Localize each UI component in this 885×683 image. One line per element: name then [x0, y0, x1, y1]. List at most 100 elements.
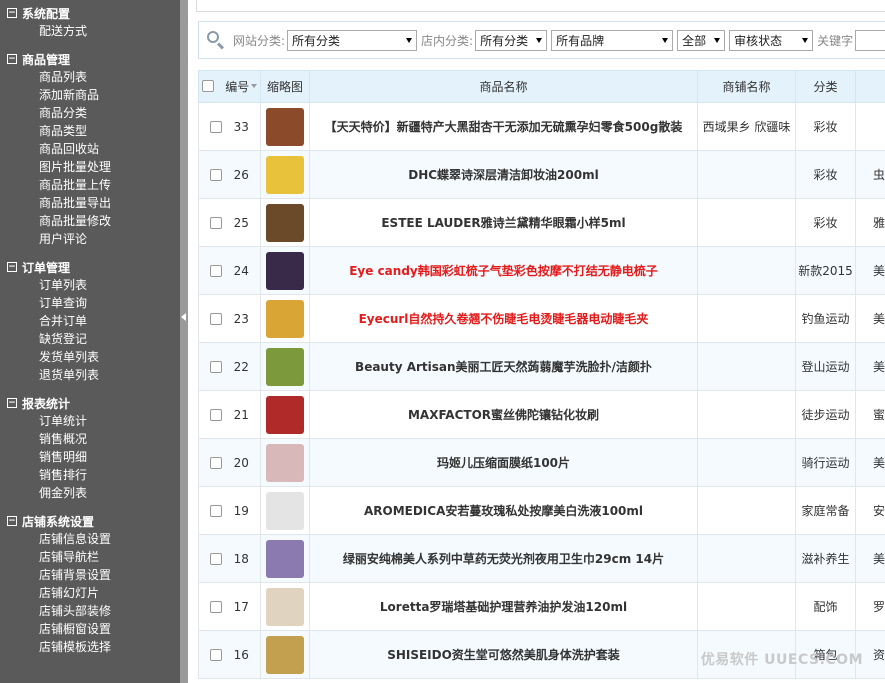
table-row[interactable]: 33 【天天特价】新疆特产大黑甜杏干无添加无硫熏孕妇零食500g散装 西域果乡 欣疆… — [198, 102, 885, 151]
row-checkbox[interactable] — [210, 601, 223, 613]
product-thumbnail[interactable] — [266, 635, 304, 674]
product-name[interactable]: 【天天特价】新疆特产大黑甜杏干无添加无硫熏孕妇零食500g散装 — [310, 118, 697, 135]
product-name[interactable]: 玛姬儿压缩面膜纸100片 — [310, 454, 697, 471]
sidebar-item[interactable]: 店铺橱窗设置 — [0, 620, 180, 638]
product-thumbnail[interactable] — [266, 251, 304, 290]
header-id[interactable]: 编号 — [198, 70, 261, 103]
review-status-select[interactable]: 审核状态 — [729, 29, 814, 51]
sidebar-item[interactable]: 商品列表 — [0, 68, 180, 86]
product-thumbnail[interactable] — [266, 539, 304, 578]
sidebar-item[interactable]: 缺货登记 — [0, 330, 180, 348]
table-row[interactable]: 22 Beauty Artisan美丽工匠天然蒟蒻魔芋洗脸扑/洁颜扑 登山运动美 — [198, 342, 885, 391]
product-thumbnail[interactable] — [266, 395, 304, 434]
sidebar-item[interactable]: 佣金列表 — [0, 484, 180, 502]
table-row[interactable]: 24 Eye candy韩国彩虹梳子气垫彩色按摩不打结无静电梳子 新款2015 美 — [198, 246, 885, 295]
collapse-icon[interactable]: − — [7, 54, 17, 64]
shop-category-select[interactable]: 所有分类 — [475, 29, 548, 51]
sidebar-group-header[interactable]: − 商品管理 — [0, 50, 180, 68]
type-select[interactable]: 全部 — [677, 29, 726, 51]
sidebar-item[interactable]: 商品类型 — [0, 122, 180, 140]
product-thumbnail[interactable] — [266, 155, 304, 194]
row-checkbox[interactable] — [210, 553, 223, 565]
sidebar-item[interactable]: 商品批量修改 — [0, 212, 180, 230]
sort-icon[interactable] — [251, 84, 258, 89]
row-checkbox[interactable] — [210, 121, 223, 133]
row-checkbox[interactable] — [210, 313, 223, 325]
sidebar-item[interactable]: 商品批量导出 — [0, 194, 180, 212]
product-thumbnail[interactable] — [266, 443, 304, 482]
sidebar-group-title: 商品管理 — [22, 52, 71, 67]
sidebar-item[interactable]: 订单列表 — [0, 276, 180, 294]
sidebar-group-header[interactable]: − 订单管理 — [0, 258, 180, 276]
collapse-arrow-icon[interactable] — [181, 313, 186, 321]
row-checkbox[interactable] — [210, 505, 223, 517]
sidebar-item[interactable]: 用户评论 — [0, 230, 180, 248]
product-name[interactable]: Beauty Artisan美丽工匠天然蒟蒻魔芋洗脸扑/洁颜扑 — [310, 358, 697, 375]
row-checkbox[interactable] — [210, 457, 223, 469]
keyword-input[interactable] — [855, 29, 885, 51]
product-thumbnail[interactable] — [266, 203, 304, 242]
thumb-cell — [260, 246, 310, 295]
row-checkbox[interactable] — [210, 649, 223, 661]
row-checkbox[interactable] — [210, 361, 223, 373]
product-name[interactable]: ESTEE LAUDER雅诗兰黛精华眼霜小样5ml — [310, 214, 697, 231]
sidebar-item[interactable]: 图片批量处理 — [0, 158, 180, 176]
product-name[interactable]: DHC蝶翠诗深层清洁卸妆油200ml — [310, 166, 697, 183]
row-checkbox[interactable] — [210, 169, 223, 181]
sidebar-splitter[interactable] — [180, 0, 188, 683]
product-name[interactable]: 绿丽安纯棉美人系列中草药无荧光剂夜用卫生巾29cm 14片 — [310, 550, 697, 567]
product-name[interactable]: Eye candy韩国彩虹梳子气垫彩色按摩不打结无静电梳子 — [310, 262, 697, 279]
product-name[interactable]: Loretta罗瑞塔基础护理营养油护发油120ml — [310, 598, 697, 615]
row-checkbox[interactable] — [210, 265, 223, 277]
sidebar-item[interactable]: 店铺背景设置 — [0, 566, 180, 584]
sidebar-item[interactable]: 发货单列表 — [0, 348, 180, 366]
sidebar-item[interactable]: 合并订单 — [0, 312, 180, 330]
table-row[interactable]: 20 玛姬儿压缩面膜纸100片 骑行运动美 — [198, 438, 885, 487]
product-thumbnail[interactable] — [266, 491, 304, 530]
row-checkbox[interactable] — [210, 409, 223, 421]
collapse-icon[interactable]: − — [7, 398, 17, 408]
sidebar-item[interactable]: 销售概况 — [0, 430, 180, 448]
sidebar-item[interactable]: 商品回收站 — [0, 140, 180, 158]
sidebar-item[interactable]: 配送方式 — [0, 22, 180, 40]
category-cell: 家庭常备 — [795, 486, 856, 535]
sidebar-group-header[interactable]: − 系统配置 — [0, 4, 180, 22]
sidebar-item[interactable]: 销售排行 — [0, 466, 180, 484]
sidebar-item[interactable]: 退货单列表 — [0, 366, 180, 384]
sidebar-group-header[interactable]: − 报表统计 — [0, 394, 180, 412]
sidebar-item[interactable]: 销售明细 — [0, 448, 180, 466]
product-thumbnail[interactable] — [266, 587, 304, 626]
brand-select[interactable]: 所有品牌 — [551, 29, 674, 51]
sidebar-item[interactable]: 商品批量上传 — [0, 176, 180, 194]
sidebar-item[interactable]: 店铺模板选择 — [0, 638, 180, 656]
table-row[interactable]: 23 Eyecurl自然持久卷翘不伤睫毛电烫睫毛器电动睫毛夹 钓鱼运动美 — [198, 294, 885, 343]
sidebar-item[interactable]: 订单查询 — [0, 294, 180, 312]
product-thumbnail[interactable] — [266, 347, 304, 386]
product-name[interactable]: MAXFACTOR蜜丝佛陀镶钻化妆刷 — [310, 406, 697, 423]
sidebar-item[interactable]: 订单统计 — [0, 412, 180, 430]
sidebar-item[interactable]: 添加新商品 — [0, 86, 180, 104]
collapse-icon[interactable]: − — [7, 516, 17, 526]
select-all-checkbox[interactable] — [201, 80, 214, 93]
table-row[interactable]: 18 绿丽安纯棉美人系列中草药无荧光剂夜用卫生巾29cm 14片 滋补养生美 — [198, 534, 885, 583]
sidebar-item[interactable]: 店铺幻灯片 — [0, 584, 180, 602]
product-name[interactable]: AROMEDICA安若蔓玫瑰私处按摩美白洗液100ml — [310, 502, 697, 519]
product-thumbnail[interactable] — [266, 299, 304, 338]
table-row[interactable]: 19 AROMEDICA安若蔓玫瑰私处按摩美白洗液100ml 家庭常备安 — [198, 486, 885, 535]
collapse-icon[interactable]: − — [7, 8, 17, 18]
table-row[interactable]: 26 DHC蝶翠诗深层清洁卸妆油200ml 彩妆虫 — [198, 150, 885, 199]
sidebar-item[interactable]: 店铺导航栏 — [0, 548, 180, 566]
row-checkbox[interactable] — [210, 217, 223, 229]
table-row[interactable]: 17 Loretta罗瑞塔基础护理营养油护发油120ml 配饰罗 — [198, 582, 885, 631]
table-row[interactable]: 25 ESTEE LAUDER雅诗兰黛精华眼霜小样5ml 彩妆雅 — [198, 198, 885, 247]
product-name[interactable]: SHISEIDO资生堂可悠然美肌身体洗护套装 — [310, 646, 697, 663]
sidebar-item[interactable]: 店铺信息设置 — [0, 530, 180, 548]
product-thumbnail[interactable] — [266, 107, 304, 146]
site-category-select[interactable]: 所有分类 — [287, 29, 418, 51]
table-row[interactable]: 21 MAXFACTOR蜜丝佛陀镶钻化妆刷 徒步运动蜜 — [198, 390, 885, 439]
collapse-icon[interactable]: − — [7, 262, 17, 272]
sidebar-group-header[interactable]: − 店铺系统设置 — [0, 512, 180, 530]
sidebar-item[interactable]: 店铺头部装修 — [0, 602, 180, 620]
product-name[interactable]: Eyecurl自然持久卷翘不伤睫毛电烫睫毛器电动睫毛夹 — [310, 310, 697, 327]
sidebar-item[interactable]: 商品分类 — [0, 104, 180, 122]
